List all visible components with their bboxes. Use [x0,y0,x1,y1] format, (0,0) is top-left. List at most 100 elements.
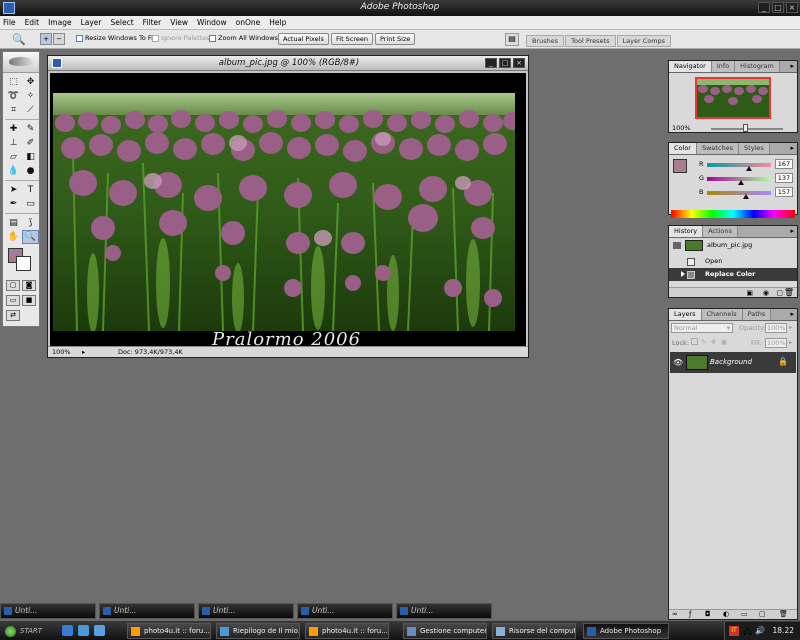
green-slider-handle[interactable] [738,180,744,185]
adjustment-layer-icon[interactable]: ◐ [723,610,729,618]
eraser-tool-icon[interactable]: ▱ [5,150,22,164]
snapshot-brush-icon[interactable] [673,242,681,249]
healing-brush-tool-icon[interactable]: ✚ [5,122,22,136]
color-spectrum-bar[interactable] [671,210,795,218]
show-desktop-icon[interactable] [62,625,73,636]
opacity-dropdown-icon[interactable]: ▸ [789,324,792,331]
tab-navigator[interactable]: Navigator [669,61,712,72]
taskbar-item[interactable]: Risorse del computer [492,623,576,639]
zoom-tool-preset-icon[interactable]: 🔍 [12,33,26,46]
taskbar-item[interactable]: photo4u.it :: foru... [127,623,211,639]
doc-maximize-button[interactable]: □ [499,58,511,68]
tab-swatches[interactable]: Swatches [696,143,740,154]
menu-view[interactable]: View [170,18,188,27]
tab-history[interactable]: History [669,226,704,237]
panel-menu-icon[interactable]: ▸ [790,62,794,70]
panel-menu-icon[interactable]: ▸ [790,310,794,318]
checkbox-box[interactable] [209,34,216,42]
pen-tool-icon[interactable]: ✒ [5,197,22,211]
palette-well-icon[interactable]: ▤ [505,33,519,46]
trash-icon[interactable]: 🗑 [779,610,788,618]
status-arrow-icon[interactable]: ▸ [82,347,85,357]
tab-styles[interactable]: Styles [739,143,770,154]
checkbox-box[interactable] [152,34,159,42]
menu-filter[interactable]: Filter [143,18,162,27]
fill-dropdown-icon[interactable]: ▸ [789,339,792,346]
navigator-zoom-level[interactable]: 100% [672,124,691,132]
brush-tool-icon[interactable]: ✎ [22,122,39,136]
panel-menu-icon[interactable]: ▸ [790,144,794,152]
minimized-doc[interactable]: Unti... [396,603,492,619]
slice-tool-icon[interactable]: ⟋ [22,103,39,117]
blue-slider-handle[interactable] [743,194,749,199]
taskbar-item[interactable]: Gestione computer [403,623,487,639]
panel-menu-icon[interactable]: ▸ [790,227,794,235]
path-selection-tool-icon[interactable]: ➤ [5,183,22,197]
network-icon[interactable]: 🖧 [743,626,752,640]
doc-close-button[interactable]: × [513,58,525,68]
start-button[interactable]: START [2,623,54,639]
layer-mask-icon[interactable]: ◘ [705,610,711,618]
eyedropper-tool-icon[interactable]: ⟆ [22,216,39,230]
tab-color[interactable]: Color [669,143,697,154]
fill-field[interactable]: 100% [765,338,787,348]
menu-image[interactable]: Image [48,18,72,27]
close-button[interactable]: × [786,2,798,13]
minimize-button[interactable]: _ [758,2,770,13]
zoom-all-windows-checkbox[interactable]: Zoom All Windows [209,34,278,42]
lock-transparency-icon[interactable] [691,338,698,345]
screen-mode-full-icon[interactable]: ■ [22,295,36,306]
fit-screen-button[interactable]: Fit Screen [331,33,374,45]
screen-mode-standard-icon[interactable]: ▭ [6,295,20,306]
history-snapshot-row[interactable]: album_pic.jpg [669,239,797,252]
well-tab-brushes[interactable]: Brushes [526,35,565,47]
internet-explorer-icon[interactable] [78,625,89,636]
resize-windows-checkbox[interactable]: Resize Windows To Fit [76,34,156,42]
new-group-icon[interactable]: ▭ [741,610,748,618]
taskbar-item[interactable]: photo4u.it :: foru... [305,623,389,639]
minimized-doc[interactable]: Unti... [198,603,294,619]
type-tool-icon[interactable]: T [22,183,39,197]
media-player-icon[interactable] [94,625,105,636]
blend-mode-select[interactable]: Normal ▾ [671,323,733,333]
crop-tool-icon[interactable]: ⌗ [5,103,22,117]
color-fg-swatch[interactable] [673,159,687,173]
navigator-slider-handle[interactable] [743,124,748,132]
jump-to-imageready-icon[interactable]: ⇄ [6,310,20,321]
history-brush-tool-icon[interactable]: ✐ [22,136,39,150]
minimized-doc[interactable]: Unti... [99,603,195,619]
well-tab-tool-presets[interactable]: Tool Presets [565,35,616,47]
checkbox-box[interactable] [76,34,83,42]
menu-layer[interactable]: Layer [81,18,102,27]
zoom-out-icon[interactable]: − [53,33,65,45]
image-canvas[interactable]: Pralormo 2006 [50,73,526,348]
new-layer-icon[interactable]: ▢ [759,610,766,618]
clock[interactable]: 18.22 [773,626,794,635]
maximize-button[interactable]: □ [772,2,784,13]
dodge-tool-icon[interactable]: ● [22,164,39,178]
background-color-swatch[interactable] [16,256,31,271]
lasso-tool-icon[interactable]: ➰ [5,89,22,103]
document-title-bar[interactable]: album_pic.jpg @ 100% (RGB/8#) _ □ × [48,56,528,71]
zoom-in-icon[interactable]: + [40,33,52,45]
shape-tool-icon[interactable]: ▭ [22,197,39,211]
ignore-palettes-checkbox[interactable]: Ignore Palettes [152,34,210,42]
taskbar-item-active[interactable]: Adobe Photoshop [583,623,669,639]
move-tool-icon[interactable]: ✥ [22,75,39,89]
trash-icon[interactable]: 🗑 [784,288,794,297]
link-layers-icon[interactable]: ∞ [672,610,678,618]
well-tab-layer-comps[interactable]: Layer Comps [616,35,672,47]
new-state-icon[interactable]: ▢ [776,289,783,297]
tab-info[interactable]: Info [711,61,736,72]
print-size-button[interactable]: Print Size [375,33,416,45]
tab-channels[interactable]: Channels [701,309,743,320]
magic-wand-tool-icon[interactable]: ✧ [22,89,39,103]
gradient-tool-icon[interactable]: ◧ [22,150,39,164]
menu-select[interactable]: Select [111,18,134,27]
marquee-tool-icon[interactable]: ⬚ [5,75,22,89]
language-indicator[interactable]: IT [729,626,739,636]
lock-image-icon[interactable]: ✎ [701,338,706,346]
layer-name[interactable]: Background [710,358,752,366]
red-slider-handle[interactable] [746,166,752,171]
red-slider-track[interactable] [707,163,771,167]
